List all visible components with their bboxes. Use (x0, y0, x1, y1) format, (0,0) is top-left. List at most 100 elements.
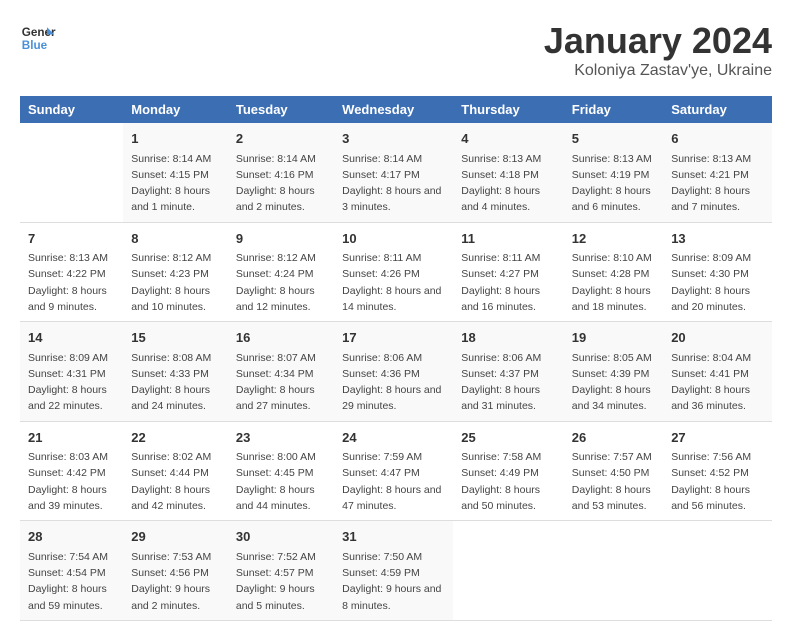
calendar-cell: 21Sunrise: 8:03 AMSunset: 4:42 PMDayligh… (20, 421, 123, 521)
day-number: 9 (236, 229, 326, 249)
weekday-header-monday: Monday (123, 96, 228, 123)
day-info: Sunrise: 8:14 AMSunset: 4:17 PMDaylight:… (342, 151, 445, 216)
day-info: Sunrise: 8:08 AMSunset: 4:33 PMDaylight:… (131, 350, 220, 415)
subtitle: Koloniya Zastav'ye, Ukraine (544, 62, 772, 80)
day-number: 11 (461, 229, 556, 249)
week-row-3: 14Sunrise: 8:09 AMSunset: 4:31 PMDayligh… (20, 322, 772, 422)
calendar-cell: 26Sunrise: 7:57 AMSunset: 4:50 PMDayligh… (564, 421, 663, 521)
calendar-cell: 12Sunrise: 8:10 AMSunset: 4:28 PMDayligh… (564, 222, 663, 322)
day-info: Sunrise: 7:53 AMSunset: 4:56 PMDaylight:… (131, 549, 220, 614)
day-number: 28 (28, 527, 115, 547)
day-info: Sunrise: 8:13 AMSunset: 4:19 PMDaylight:… (572, 151, 655, 216)
calendar-table: SundayMondayTuesdayWednesdayThursdayFrid… (20, 96, 772, 621)
weekday-header-wednesday: Wednesday (334, 96, 453, 123)
calendar-cell (453, 521, 564, 621)
calendar-cell: 3Sunrise: 8:14 AMSunset: 4:17 PMDaylight… (334, 123, 453, 222)
calendar-cell: 27Sunrise: 7:56 AMSunset: 4:52 PMDayligh… (663, 421, 772, 521)
day-info: Sunrise: 8:09 AMSunset: 4:31 PMDaylight:… (28, 350, 115, 415)
day-info: Sunrise: 8:14 AMSunset: 4:15 PMDaylight:… (131, 151, 220, 216)
day-info: Sunrise: 8:02 AMSunset: 4:44 PMDaylight:… (131, 449, 220, 514)
day-number: 23 (236, 428, 326, 448)
weekday-header-saturday: Saturday (663, 96, 772, 123)
day-number: 1 (131, 129, 220, 149)
day-info: Sunrise: 8:04 AMSunset: 4:41 PMDaylight:… (671, 350, 764, 415)
day-number: 4 (461, 129, 556, 149)
calendar-cell: 6Sunrise: 8:13 AMSunset: 4:21 PMDaylight… (663, 123, 772, 222)
week-row-1: 1Sunrise: 8:14 AMSunset: 4:15 PMDaylight… (20, 123, 772, 222)
day-info: Sunrise: 7:59 AMSunset: 4:47 PMDaylight:… (342, 449, 445, 514)
logo-icon: General Blue (20, 20, 56, 56)
calendar-cell: 4Sunrise: 8:13 AMSunset: 4:18 PMDaylight… (453, 123, 564, 222)
calendar-cell: 8Sunrise: 8:12 AMSunset: 4:23 PMDaylight… (123, 222, 228, 322)
day-number: 16 (236, 328, 326, 348)
day-number: 6 (671, 129, 764, 149)
day-info: Sunrise: 8:10 AMSunset: 4:28 PMDaylight:… (572, 250, 655, 315)
day-info: Sunrise: 8:06 AMSunset: 4:36 PMDaylight:… (342, 350, 445, 415)
calendar-cell: 19Sunrise: 8:05 AMSunset: 4:39 PMDayligh… (564, 322, 663, 422)
day-number: 17 (342, 328, 445, 348)
calendar-cell: 5Sunrise: 8:13 AMSunset: 4:19 PMDaylight… (564, 123, 663, 222)
weekday-header-thursday: Thursday (453, 96, 564, 123)
day-info: Sunrise: 8:11 AMSunset: 4:27 PMDaylight:… (461, 250, 556, 315)
weekday-header-friday: Friday (564, 96, 663, 123)
logo: General Blue (20, 20, 56, 56)
main-title: January 2024 (544, 20, 772, 62)
day-info: Sunrise: 7:57 AMSunset: 4:50 PMDaylight:… (572, 449, 655, 514)
day-number: 2 (236, 129, 326, 149)
day-number: 18 (461, 328, 556, 348)
day-info: Sunrise: 8:12 AMSunset: 4:24 PMDaylight:… (236, 250, 326, 315)
calendar-cell: 9Sunrise: 8:12 AMSunset: 4:24 PMDaylight… (228, 222, 334, 322)
svg-text:Blue: Blue (22, 39, 48, 52)
week-row-2: 7Sunrise: 8:13 AMSunset: 4:22 PMDaylight… (20, 222, 772, 322)
calendar-cell: 11Sunrise: 8:11 AMSunset: 4:27 PMDayligh… (453, 222, 564, 322)
calendar-cell: 14Sunrise: 8:09 AMSunset: 4:31 PMDayligh… (20, 322, 123, 422)
day-number: 26 (572, 428, 655, 448)
day-number: 7 (28, 229, 115, 249)
day-number: 5 (572, 129, 655, 149)
day-info: Sunrise: 8:13 AMSunset: 4:22 PMDaylight:… (28, 250, 115, 315)
day-info: Sunrise: 7:56 AMSunset: 4:52 PMDaylight:… (671, 449, 764, 514)
day-number: 21 (28, 428, 115, 448)
page-header: General Blue January 2024 Koloniya Zasta… (20, 20, 772, 80)
weekday-header-sunday: Sunday (20, 96, 123, 123)
day-info: Sunrise: 8:06 AMSunset: 4:37 PMDaylight:… (461, 350, 556, 415)
calendar-cell (20, 123, 123, 222)
calendar-cell: 7Sunrise: 8:13 AMSunset: 4:22 PMDaylight… (20, 222, 123, 322)
day-info: Sunrise: 8:03 AMSunset: 4:42 PMDaylight:… (28, 449, 115, 514)
day-number: 8 (131, 229, 220, 249)
day-info: Sunrise: 7:54 AMSunset: 4:54 PMDaylight:… (28, 549, 115, 614)
day-info: Sunrise: 8:00 AMSunset: 4:45 PMDaylight:… (236, 449, 326, 514)
day-number: 19 (572, 328, 655, 348)
calendar-cell: 22Sunrise: 8:02 AMSunset: 4:44 PMDayligh… (123, 421, 228, 521)
calendar-cell: 24Sunrise: 7:59 AMSunset: 4:47 PMDayligh… (334, 421, 453, 521)
calendar-cell (663, 521, 772, 621)
day-number: 14 (28, 328, 115, 348)
calendar-cell: 20Sunrise: 8:04 AMSunset: 4:41 PMDayligh… (663, 322, 772, 422)
day-info: Sunrise: 8:14 AMSunset: 4:16 PMDaylight:… (236, 151, 326, 216)
day-number: 15 (131, 328, 220, 348)
weekday-header-row: SundayMondayTuesdayWednesdayThursdayFrid… (20, 96, 772, 123)
calendar-cell: 30Sunrise: 7:52 AMSunset: 4:57 PMDayligh… (228, 521, 334, 621)
day-number: 31 (342, 527, 445, 547)
calendar-cell: 10Sunrise: 8:11 AMSunset: 4:26 PMDayligh… (334, 222, 453, 322)
day-info: Sunrise: 7:50 AMSunset: 4:59 PMDaylight:… (342, 549, 445, 614)
day-info: Sunrise: 8:07 AMSunset: 4:34 PMDaylight:… (236, 350, 326, 415)
day-number: 3 (342, 129, 445, 149)
day-number: 24 (342, 428, 445, 448)
day-number: 25 (461, 428, 556, 448)
calendar-cell: 16Sunrise: 8:07 AMSunset: 4:34 PMDayligh… (228, 322, 334, 422)
day-number: 13 (671, 229, 764, 249)
calendar-cell: 15Sunrise: 8:08 AMSunset: 4:33 PMDayligh… (123, 322, 228, 422)
day-info: Sunrise: 8:11 AMSunset: 4:26 PMDaylight:… (342, 250, 445, 315)
day-number: 12 (572, 229, 655, 249)
calendar-cell: 13Sunrise: 8:09 AMSunset: 4:30 PMDayligh… (663, 222, 772, 322)
day-number: 20 (671, 328, 764, 348)
calendar-cell: 2Sunrise: 8:14 AMSunset: 4:16 PMDaylight… (228, 123, 334, 222)
calendar-cell (564, 521, 663, 621)
calendar-cell: 23Sunrise: 8:00 AMSunset: 4:45 PMDayligh… (228, 421, 334, 521)
calendar-cell: 28Sunrise: 7:54 AMSunset: 4:54 PMDayligh… (20, 521, 123, 621)
day-info: Sunrise: 8:12 AMSunset: 4:23 PMDaylight:… (131, 250, 220, 315)
calendar-cell: 29Sunrise: 7:53 AMSunset: 4:56 PMDayligh… (123, 521, 228, 621)
week-row-5: 28Sunrise: 7:54 AMSunset: 4:54 PMDayligh… (20, 521, 772, 621)
day-info: Sunrise: 8:05 AMSunset: 4:39 PMDaylight:… (572, 350, 655, 415)
